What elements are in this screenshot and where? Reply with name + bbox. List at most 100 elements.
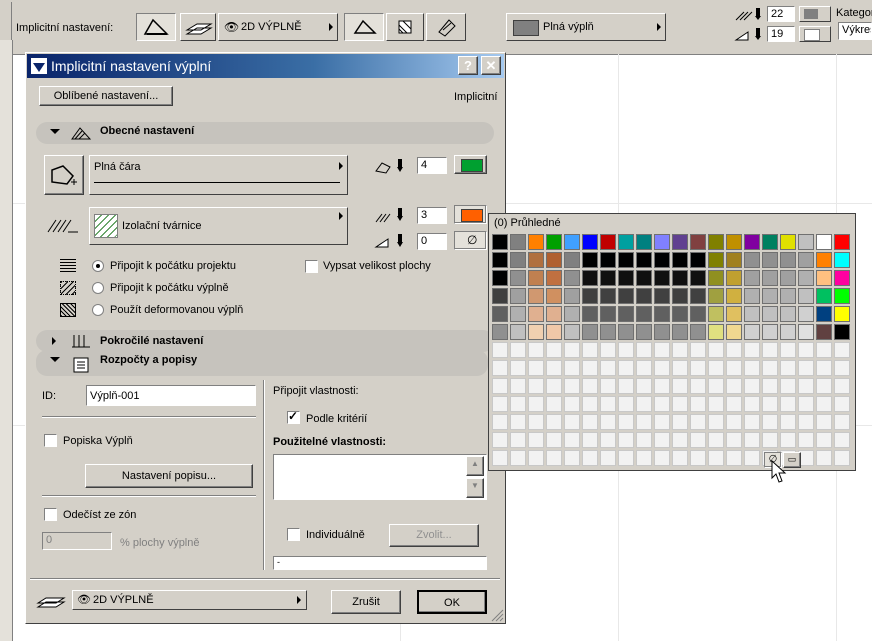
color-swatch[interactable]	[816, 306, 832, 322]
color-swatch[interactable]	[492, 252, 508, 268]
color-swatch[interactable]	[528, 342, 544, 358]
color-swatch[interactable]	[564, 432, 580, 448]
color-swatch[interactable]	[798, 396, 814, 412]
color-swatch[interactable]	[726, 288, 742, 304]
color-swatch[interactable]	[798, 234, 814, 250]
color-swatch[interactable]	[582, 306, 598, 322]
color-swatch[interactable]	[726, 342, 742, 358]
show-area-checkbox[interactable]	[305, 260, 318, 273]
color-swatch[interactable]	[834, 306, 850, 322]
color-swatch[interactable]	[726, 450, 742, 466]
color-swatch[interactable]	[492, 450, 508, 466]
color-swatch[interactable]	[636, 234, 652, 250]
color-swatch[interactable]	[798, 432, 814, 448]
fill-pen-color-button[interactable]	[454, 205, 487, 224]
color-swatch[interactable]	[582, 288, 598, 304]
color-swatch[interactable]	[528, 396, 544, 412]
color-swatch[interactable]	[492, 396, 508, 412]
color-swatch[interactable]	[834, 396, 850, 412]
color-swatch[interactable]	[690, 414, 706, 430]
percent-input[interactable]: 0	[42, 532, 112, 550]
color-swatch[interactable]	[690, 270, 706, 286]
color-swatch[interactable]	[726, 396, 742, 412]
color-swatch[interactable]	[726, 270, 742, 286]
color-swatch[interactable]	[708, 450, 724, 466]
help-button[interactable]: ?	[458, 56, 478, 75]
radio-fill-origin[interactable]	[92, 282, 104, 294]
scroll-down-button[interactable]: ▼	[466, 478, 484, 498]
color-swatch[interactable]	[780, 432, 796, 448]
color-swatch[interactable]	[618, 342, 634, 358]
color-swatch[interactable]	[780, 360, 796, 376]
outline-type-button[interactable]	[44, 155, 84, 195]
color-swatch[interactable]	[780, 378, 796, 394]
color-swatch[interactable]	[510, 396, 526, 412]
radio-project-origin[interactable]	[92, 260, 104, 272]
color-swatch[interactable]	[798, 414, 814, 430]
color-swatch[interactable]	[618, 396, 634, 412]
color-swatch[interactable]	[546, 306, 562, 322]
color-swatch[interactable]	[618, 270, 634, 286]
color-swatch[interactable]	[654, 234, 670, 250]
color-swatch[interactable]	[708, 414, 724, 430]
color-swatch[interactable]	[744, 450, 760, 466]
color-swatch[interactable]	[528, 378, 544, 394]
available-props-list[interactable]	[273, 454, 487, 500]
color-swatch[interactable]	[708, 288, 724, 304]
color-swatch[interactable]	[564, 270, 580, 286]
color-swatch[interactable]	[654, 450, 670, 466]
color-swatch[interactable]	[528, 252, 544, 268]
background-pen-input[interactable]: 0	[417, 233, 447, 250]
color-swatch[interactable]	[510, 252, 526, 268]
color-swatch[interactable]	[744, 252, 760, 268]
color-swatch[interactable]	[708, 306, 724, 322]
color-swatch[interactable]	[762, 252, 778, 268]
color-swatch[interactable]	[618, 288, 634, 304]
color-swatch[interactable]	[690, 450, 706, 466]
fill-label-checkbox[interactable]	[44, 434, 57, 447]
color-swatch[interactable]	[672, 234, 688, 250]
color-swatch[interactable]	[546, 450, 562, 466]
color-swatch[interactable]	[582, 342, 598, 358]
color-swatch[interactable]	[834, 234, 850, 250]
color-swatch[interactable]	[780, 414, 796, 430]
color-swatch[interactable]	[726, 414, 742, 430]
color-swatch[interactable]	[654, 306, 670, 322]
color-swatch[interactable]	[744, 306, 760, 322]
color-swatch[interactable]	[672, 252, 688, 268]
color-swatch[interactable]	[654, 270, 670, 286]
cancel-button[interactable]: Zrušit	[331, 590, 401, 614]
color-swatch[interactable]	[726, 252, 742, 268]
color-swatch[interactable]	[708, 342, 724, 358]
color-swatch[interactable]	[816, 324, 832, 340]
color-swatch[interactable]	[834, 414, 850, 430]
color-swatch[interactable]	[744, 270, 760, 286]
color-swatch[interactable]	[492, 432, 508, 448]
color-swatch[interactable]	[672, 432, 688, 448]
fill-type-dropdown[interactable]: 👁 2D VÝPLNĚ	[218, 13, 338, 41]
color-swatch[interactable]	[654, 360, 670, 376]
color-swatch[interactable]	[690, 396, 706, 412]
color-swatch[interactable]	[798, 342, 814, 358]
color-swatch[interactable]	[564, 378, 580, 394]
favorites-button[interactable]: Oblíbené nastavení...	[39, 86, 173, 106]
color-swatch[interactable]	[672, 450, 688, 466]
color-swatch[interactable]	[564, 414, 580, 430]
color-swatch[interactable]	[798, 360, 814, 376]
color-swatch[interactable]	[798, 252, 814, 268]
color-swatch[interactable]	[654, 288, 670, 304]
color-swatch[interactable]	[618, 324, 634, 340]
individual-checkbox[interactable]	[287, 528, 300, 541]
color-swatch[interactable]	[546, 378, 562, 394]
outline-pen-color-button[interactable]	[454, 155, 487, 174]
color-swatch[interactable]	[816, 342, 832, 358]
color-swatch[interactable]	[618, 306, 634, 322]
color-swatch[interactable]	[654, 342, 670, 358]
color-swatch[interactable]	[600, 378, 616, 394]
color-swatch[interactable]	[744, 378, 760, 394]
color-swatch[interactable]	[600, 306, 616, 322]
ok-button[interactable]: OK	[417, 590, 487, 614]
choose-button[interactable]: Zvolit...	[389, 524, 479, 547]
color-swatch[interactable]	[780, 288, 796, 304]
color-swatch[interactable]	[582, 324, 598, 340]
